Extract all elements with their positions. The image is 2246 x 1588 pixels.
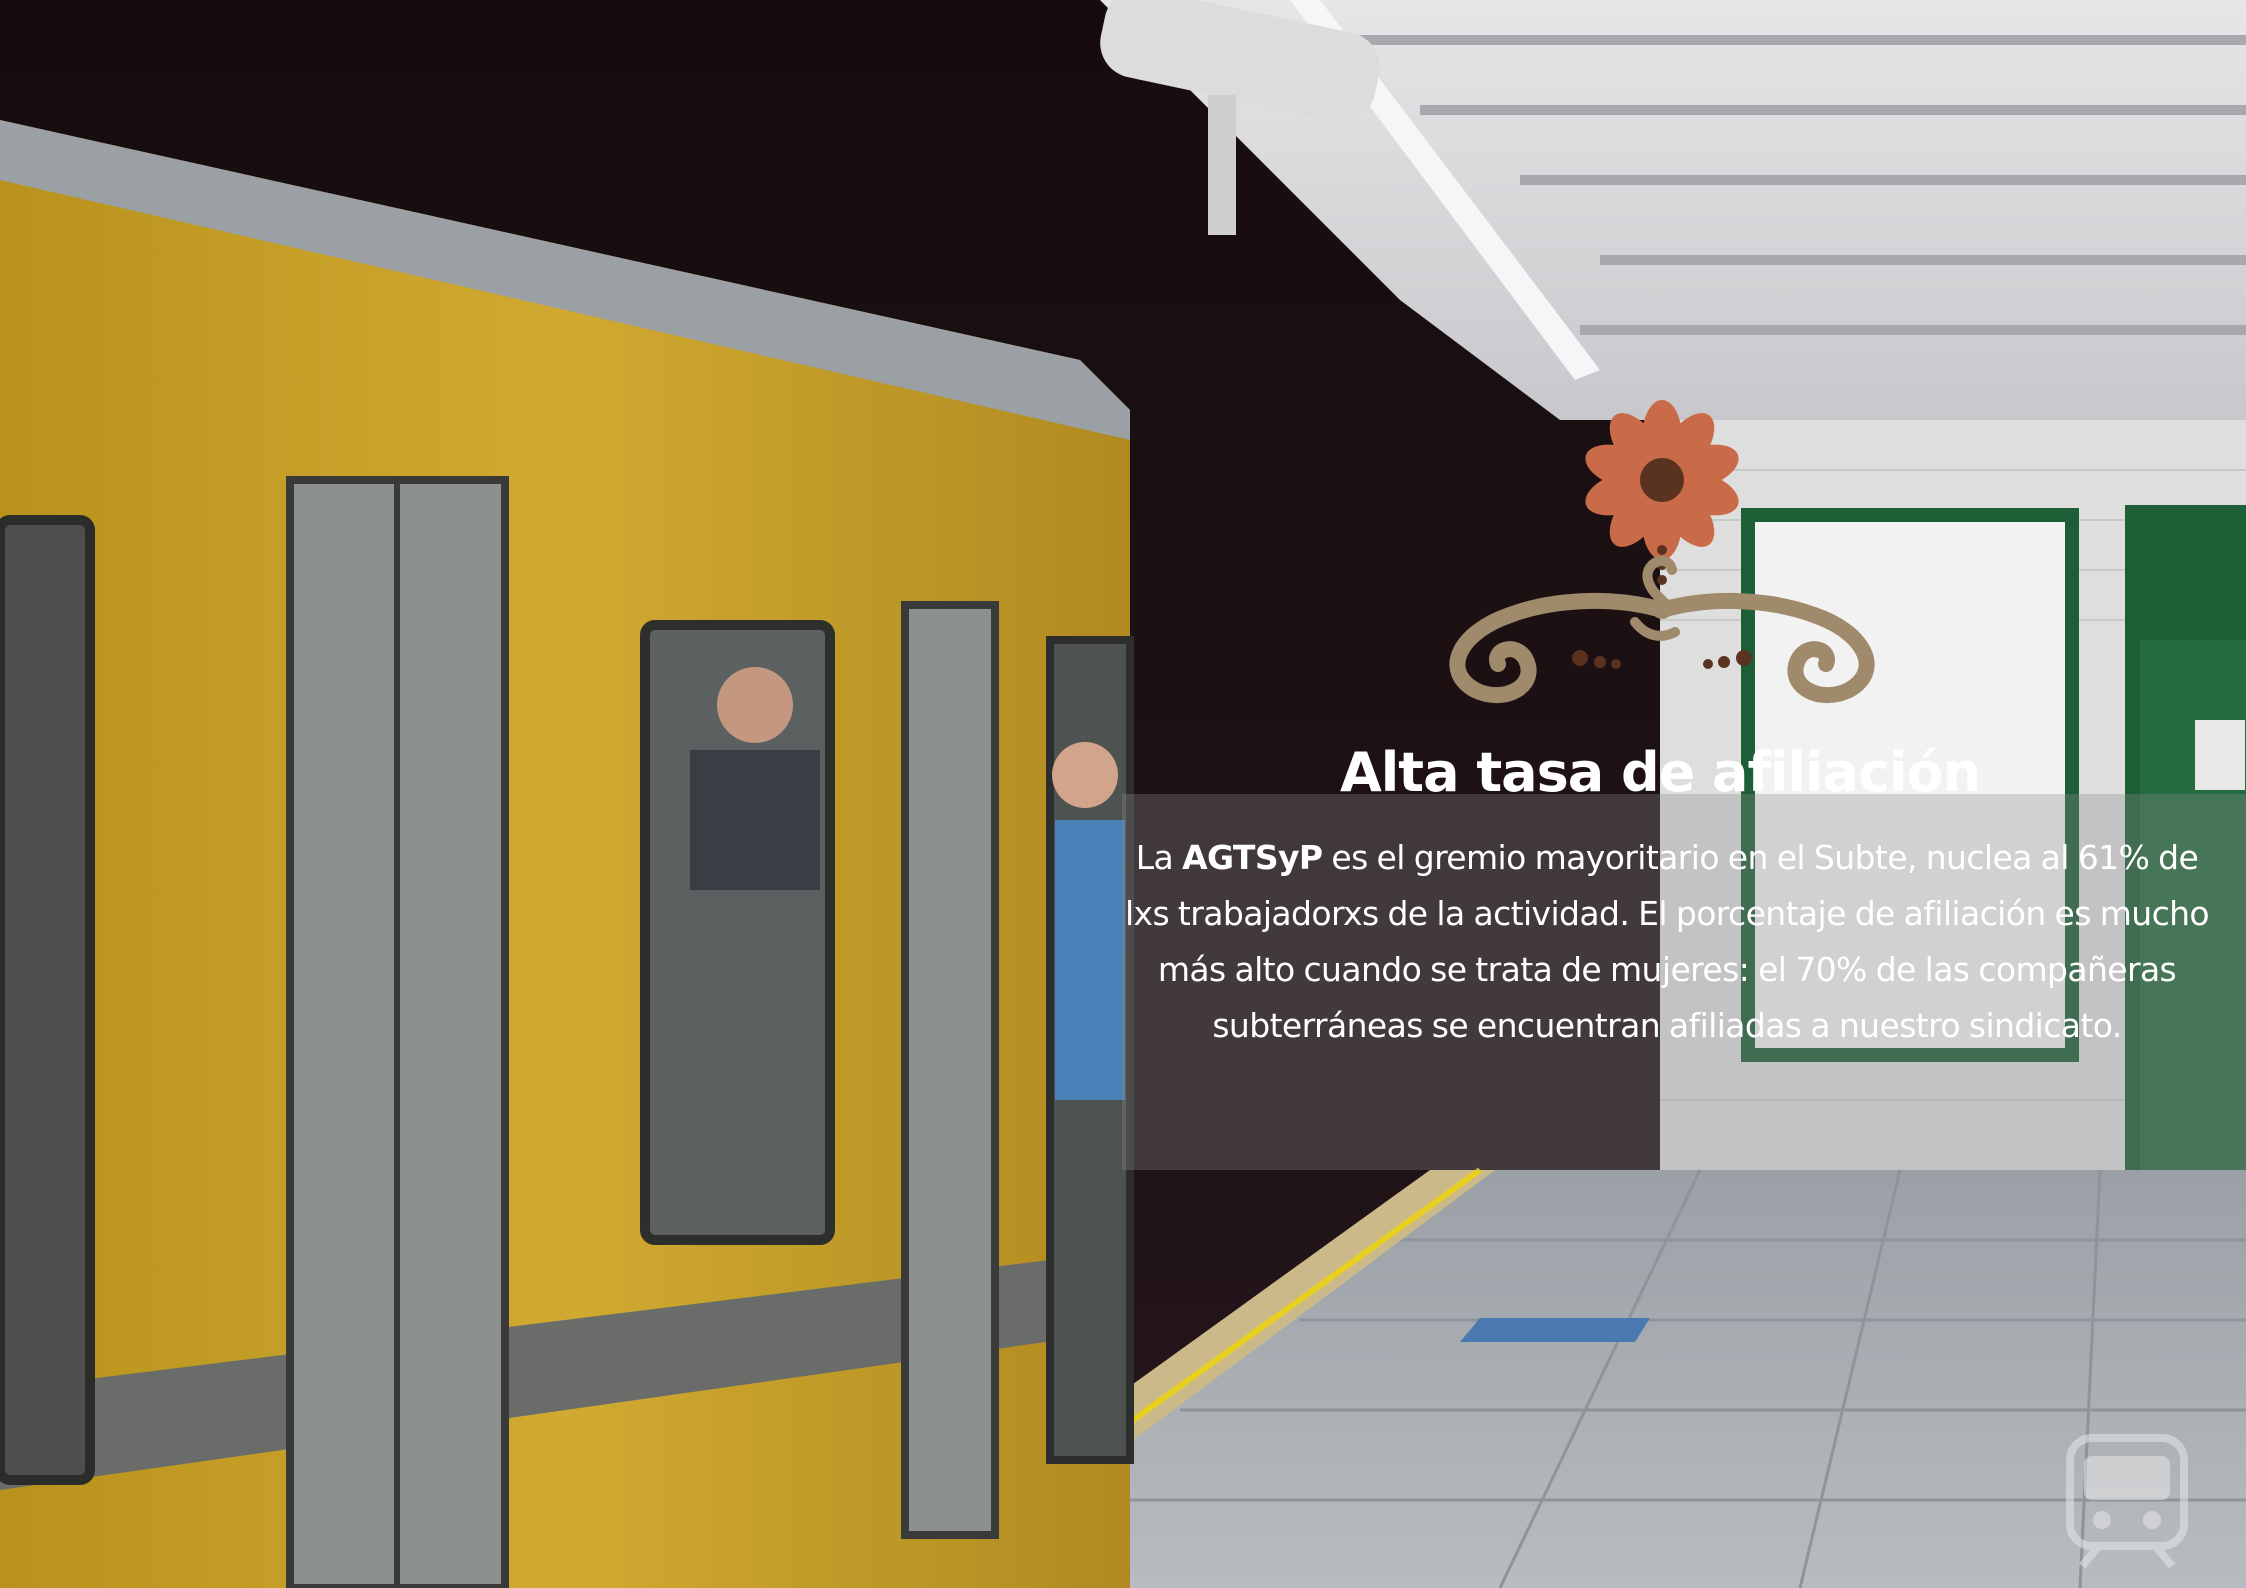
page-title: Alta tasa de afiliación [1339, 741, 1981, 804]
train-window-left [0, 515, 95, 1485]
body-paragraph: La AGTSyP es el gremio mayoritario en el… [1122, 830, 2212, 1054]
camera-mount [1208, 95, 1236, 235]
passenger-woman [1052, 742, 1118, 808]
passenger-man-body [690, 750, 820, 890]
union-name: AGTSyP [1182, 838, 1323, 877]
passenger-man [717, 667, 793, 743]
passenger-woman-body [1055, 820, 1125, 1100]
poster-scene: Alta tasa de afiliación La AGTSyP es el … [0, 0, 2246, 1588]
flower-scroll-ornament-icon [1449, 400, 1875, 704]
train-door-2 [901, 601, 999, 1539]
paragraph-intro: La [1135, 838, 1183, 877]
door-sign [2195, 720, 2245, 790]
floor-sticker [1460, 1318, 1650, 1342]
subway-train-logo-icon [2066, 1434, 2188, 1568]
